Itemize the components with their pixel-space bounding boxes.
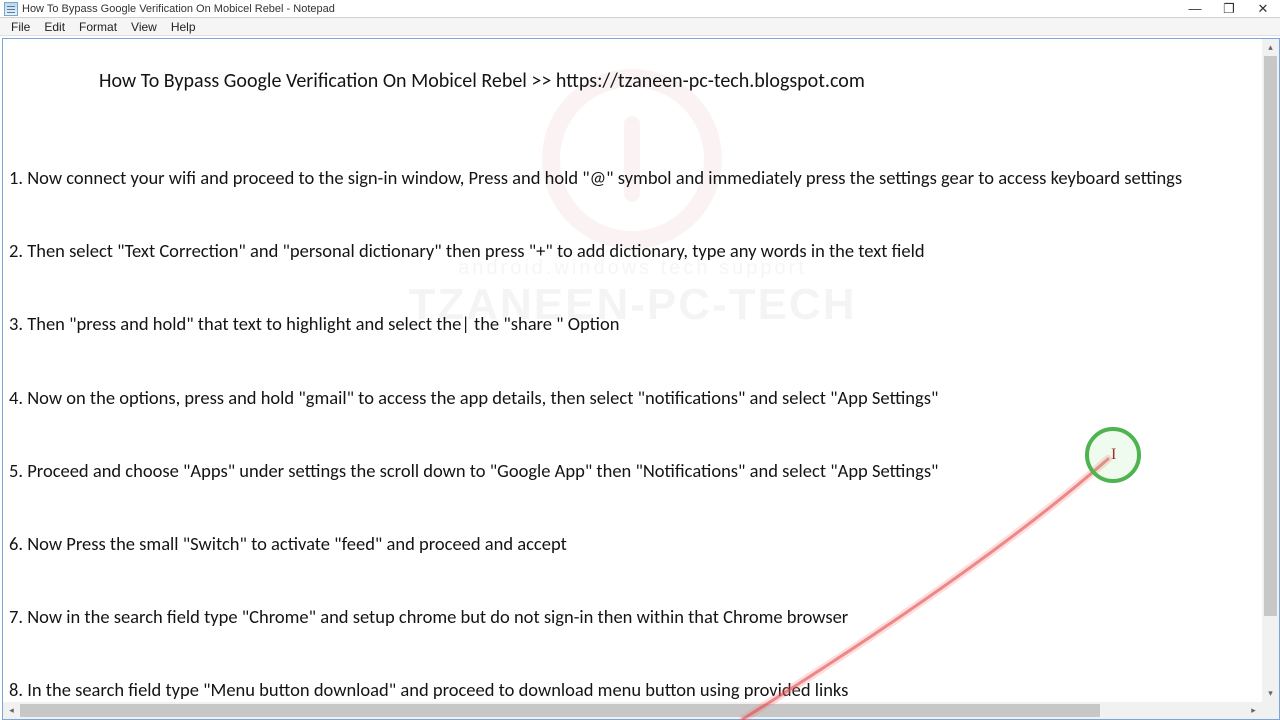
document-line: 1. Now connect your wifi and proceed to … — [9, 167, 1182, 189]
menu-help[interactable]: Help — [164, 20, 203, 34]
document-line: 5. Proceed and choose "Apps" under setti… — [9, 460, 938, 482]
title-bar: How To Bypass Google Verification On Mob… — [0, 0, 1280, 18]
scrollbar-corner — [1262, 702, 1279, 719]
client-area: android.windows tech support TZANEEN-PC-… — [0, 36, 1280, 720]
scroll-up-icon[interactable]: ▴ — [1262, 39, 1279, 56]
window-title: How To Bypass Google Verification On Mob… — [22, 3, 1178, 15]
document-line: 3. Then "press and hold" that text to hi… — [9, 313, 619, 335]
document-line: 2. Then select "Text Correction" and "pe… — [9, 240, 925, 262]
menu-edit[interactable]: Edit — [37, 20, 72, 34]
document-line: 4. Now on the options, press and hold "g… — [9, 387, 938, 409]
document-content: How To Bypass Google Verification On Mob… — [3, 39, 1262, 702]
scroll-left-icon[interactable]: ◂ — [3, 702, 20, 719]
editor-frame: android.windows tech support TZANEEN-PC-… — [2, 38, 1280, 720]
close-button[interactable]: ✕ — [1246, 0, 1280, 17]
notepad-icon — [4, 2, 18, 16]
document-heading: How To Bypass Google Verification On Mob… — [99, 69, 865, 93]
menu-view[interactable]: View — [124, 20, 164, 34]
window-controls: — ❐ ✕ — [1178, 0, 1280, 17]
document-line: 8. In the search field type "Menu button… — [9, 679, 848, 701]
horizontal-scroll-thumb[interactable] — [20, 704, 1100, 717]
text-editor[interactable]: How To Bypass Google Verification On Mob… — [3, 39, 1262, 702]
menu-bar: File Edit Format View Help — [0, 18, 1280, 36]
maximize-button[interactable]: ❐ — [1212, 0, 1246, 17]
document-line: 7. Now in the search field type "Chrome"… — [9, 606, 848, 628]
scroll-down-icon[interactable]: ▾ — [1262, 685, 1279, 702]
scroll-right-icon[interactable]: ▸ — [1245, 702, 1262, 719]
horizontal-scrollbar[interactable]: ◂ ▸ — [3, 702, 1262, 719]
document-line: 6. Now Press the small "Switch" to activ… — [9, 533, 567, 555]
vertical-scrollbar[interactable]: ▴ ▾ — [1262, 39, 1279, 702]
vertical-scroll-thumb[interactable] — [1264, 56, 1277, 616]
menu-format[interactable]: Format — [72, 20, 124, 34]
menu-file[interactable]: File — [4, 20, 37, 34]
minimize-button[interactable]: — — [1178, 0, 1212, 17]
